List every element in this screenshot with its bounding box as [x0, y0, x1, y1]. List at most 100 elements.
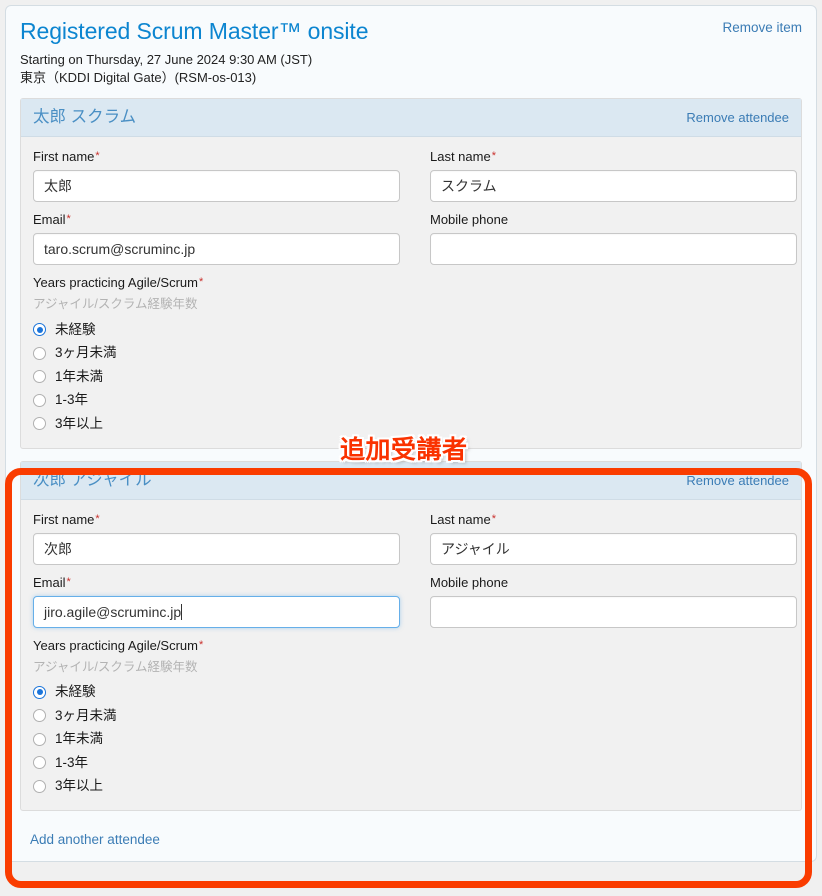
- radio-option-label: 3年以上: [55, 415, 104, 431]
- first-name-input[interactable]: 次郎: [33, 532, 400, 565]
- page-title: Registered Scrum Master™ onsite: [20, 18, 369, 44]
- radio-selected-icon[interactable]: [33, 685, 46, 699]
- last-name-label: Last name*: [430, 148, 797, 165]
- radio-option[interactable]: 3年以上: [33, 775, 789, 799]
- mobile-phone-label: Mobile phone: [430, 211, 797, 228]
- radio-empty-icon[interactable]: [33, 709, 46, 723]
- required-asterisk: *: [199, 276, 204, 288]
- course-venue: 東京（KDDI Digital Gate）(RSM-os-013): [20, 69, 257, 85]
- first-name-column: First name* 太郎 Email* taro.scrum@scrumin…: [33, 148, 400, 274]
- radio-option-label: 未経験: [55, 684, 96, 700]
- radio-option-label: 1-3年: [55, 392, 89, 408]
- radio-option-label: 3年以上: [55, 778, 104, 794]
- radio-option[interactable]: 1-3年: [33, 751, 789, 775]
- mobile-phone-input[interactable]: [430, 233, 797, 265]
- first-name-field: First name* 太郎: [33, 148, 400, 202]
- email-label-text: Email: [33, 212, 66, 227]
- required-asterisk: *: [66, 575, 71, 588]
- radio-option[interactable]: 3ヶ月未満: [33, 704, 789, 728]
- years-practicing-label-text: Years practicing Agile/Scrum: [33, 637, 198, 653]
- radio-empty-icon[interactable]: [33, 732, 46, 746]
- remove-attendee-link[interactable]: Remove attendee: [686, 110, 789, 125]
- attendee-header: 太郎 スクラム Remove attendee: [21, 99, 801, 137]
- radio-option-label: 1-3年: [55, 754, 89, 770]
- first-name-column: First name* 次郎 Email* jiro.agile@scrumin…: [33, 511, 400, 637]
- last-name-label: Last name*: [430, 511, 797, 528]
- radio-empty-icon[interactable]: [33, 346, 46, 360]
- item-meta: Starting on Thursday, 27 June 2024 9:30 …: [20, 51, 802, 86]
- email-input[interactable]: jiro.agile@scruminc.jp: [33, 595, 400, 628]
- required-asterisk: *: [491, 150, 496, 162]
- last-name-field: Last name* アジャイル: [430, 511, 797, 565]
- radio-option[interactable]: 3ヶ月未満: [33, 342, 789, 366]
- remove-item-link[interactable]: Remove item: [722, 20, 802, 35]
- first-name-label-text: First name: [33, 511, 95, 527]
- first-name-field: First name* 次郎: [33, 511, 400, 565]
- radio-option[interactable]: 3年以上: [33, 412, 789, 436]
- required-asterisk: *: [491, 512, 496, 525]
- text-caret: [181, 603, 183, 620]
- radio-empty-icon[interactable]: [33, 393, 46, 407]
- years-practicing-field: Years practicing Agile/Scrum* アジャイル/スクラム…: [33, 637, 789, 799]
- radio-option-label: 未経験: [55, 321, 96, 337]
- radio-empty-icon[interactable]: [33, 370, 46, 384]
- years-practicing-sublabel: アジャイル/スクラム経験年数: [33, 297, 198, 311]
- first-name-label: First name*: [33, 511, 400, 528]
- email-input-value: jiro.agile@scruminc.jp: [44, 603, 182, 620]
- first-name-input[interactable]: 太郎: [33, 170, 400, 202]
- first-name-label-text: First name: [33, 149, 95, 164]
- last-name-input[interactable]: スクラム: [430, 170, 797, 202]
- registration-item-card: Registered Scrum Master™ onsite Remove i…: [5, 5, 817, 862]
- required-asterisk: *: [95, 150, 100, 162]
- mobile-phone-input[interactable]: [430, 595, 797, 628]
- years-practicing-label: Years practicing Agile/Scrum*: [33, 637, 789, 654]
- radio-option[interactable]: 未経験: [33, 681, 789, 705]
- radio-option[interactable]: 1年未満: [33, 365, 789, 389]
- attendee-panel: 太郎 スクラム Remove attendee First name* 太郎 E…: [20, 98, 802, 449]
- mobile-phone-field: Mobile phone: [430, 211, 797, 265]
- radio-empty-icon[interactable]: [33, 779, 46, 793]
- radio-empty-icon[interactable]: [33, 417, 46, 431]
- mobile-phone-label-text: Mobile phone: [430, 574, 509, 590]
- first-name-label: First name*: [33, 148, 400, 165]
- attendee-name: 太郎 スクラム: [33, 108, 137, 126]
- attendee-panel: 次郎 アジャイル Remove attendee First name* 次郎 …: [20, 460, 802, 811]
- attendee-body: First name* 次郎 Email* jiro.agile@scrumin…: [21, 500, 801, 811]
- radio-option[interactable]: 1年未満: [33, 728, 789, 752]
- last-name-column: Last name* スクラム Mobile phone: [430, 148, 797, 274]
- years-practicing-radio-group: 未経験 3ヶ月未満 1年未満 1-3年 3年以上: [33, 681, 789, 799]
- required-asterisk: *: [199, 638, 204, 651]
- years-practicing-sublabel: アジャイル/スクラム経験年数: [33, 659, 198, 674]
- radio-empty-icon[interactable]: [33, 756, 46, 770]
- email-input[interactable]: taro.scrum@scruminc.jp: [33, 233, 400, 265]
- years-practicing-label: Years practicing Agile/Scrum*: [33, 274, 789, 291]
- last-name-column: Last name* アジャイル Mobile phone: [430, 511, 797, 637]
- email-label: Email*: [33, 211, 400, 228]
- email-label: Email*: [33, 574, 400, 591]
- radio-option[interactable]: 1-3年: [33, 389, 789, 413]
- item-header: Registered Scrum Master™ onsite Remove i…: [20, 16, 802, 51]
- email-field: Email* taro.scrum@scruminc.jp: [33, 211, 400, 265]
- radio-option-label: 1年未満: [55, 368, 104, 384]
- required-asterisk: *: [66, 213, 71, 225]
- remove-attendee-link[interactable]: Remove attendee: [686, 473, 789, 488]
- radio-option-label: 3ヶ月未満: [55, 707, 117, 723]
- mobile-phone-label-text: Mobile phone: [430, 212, 509, 227]
- mobile-phone-label: Mobile phone: [430, 574, 797, 591]
- radio-option-label: 1年未満: [55, 731, 104, 747]
- radio-selected-icon[interactable]: [33, 323, 46, 337]
- last-name-label-text: Last name: [430, 511, 491, 527]
- mobile-phone-field: Mobile phone: [430, 574, 797, 628]
- last-name-input[interactable]: アジャイル: [430, 532, 797, 565]
- email-field: Email* jiro.agile@scruminc.jp: [33, 574, 400, 628]
- email-label-text: Email: [33, 574, 66, 590]
- name-row: First name* 太郎 Email* taro.scrum@scrumin…: [33, 148, 797, 274]
- last-name-field: Last name* スクラム: [430, 148, 797, 202]
- radio-option[interactable]: 未経験: [33, 318, 789, 342]
- course-start-datetime: Starting on Thursday, 27 June 2024 9:30 …: [20, 52, 313, 67]
- add-another-attendee-link[interactable]: Add another attendee: [20, 823, 802, 861]
- attendee-body: First name* 太郎 Email* taro.scrum@scrumin…: [21, 137, 801, 448]
- years-practicing-field: Years practicing Agile/Scrum* アジャイル/スクラム…: [33, 274, 789, 436]
- years-practicing-label-text: Years practicing Agile/Scrum: [33, 275, 198, 290]
- radio-option-label: 3ヶ月未満: [55, 345, 117, 361]
